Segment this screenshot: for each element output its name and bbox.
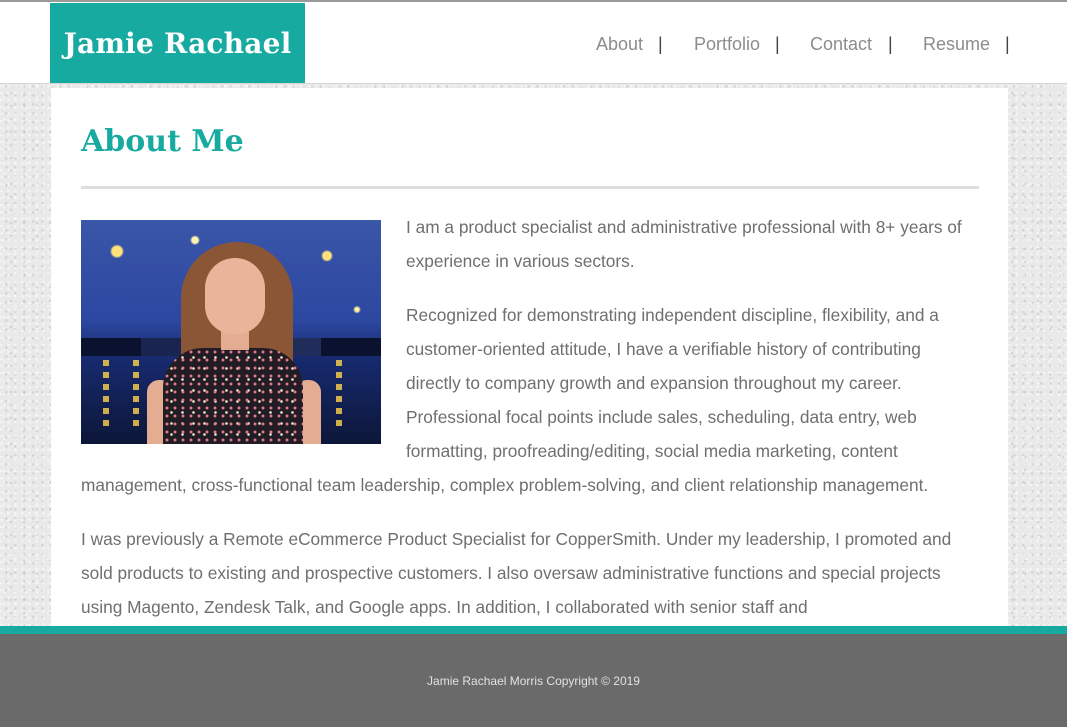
nav-separator: | (1005, 34, 1010, 54)
nav-contact[interactable]: Contact (810, 34, 872, 55)
about-paragraph: I was previously a Remote eCommerce Prod… (81, 529, 952, 617)
site-footer: Jamie Rachael Morris Copyright © 2019 (0, 634, 1067, 727)
about-section: About Me I am a product specialist and a… (51, 88, 1008, 626)
footer-accent-bar (0, 626, 1067, 634)
nav-portfolio[interactable]: Portfolio (694, 34, 760, 55)
nav-separator: | (775, 34, 780, 54)
main-nav: About | Portfolio | Contact | Resume | (0, 34, 1067, 58)
site-header: Jamie Rachael About | Portfolio | Contac… (0, 2, 1067, 84)
page-title: About Me (81, 124, 244, 159)
title-divider (81, 186, 979, 189)
copyright-text: Jamie Rachael Morris Copyright © 2019 (427, 674, 640, 688)
nav-separator: | (888, 34, 893, 54)
nav-separator: | (658, 34, 663, 54)
nav-resume[interactable]: Resume (923, 34, 990, 55)
profile-photo (81, 220, 381, 444)
about-text: I am a product specialist and administra… (81, 210, 976, 626)
nav-about[interactable]: About (596, 34, 643, 55)
